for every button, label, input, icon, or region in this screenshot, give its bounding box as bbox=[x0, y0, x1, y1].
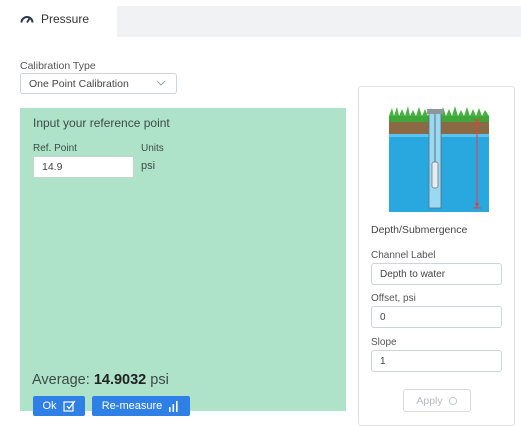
channel-label-input[interactable] bbox=[371, 263, 502, 285]
ok-button-label: Ok bbox=[42, 400, 57, 412]
average-value: 14.9032 bbox=[93, 372, 147, 388]
apply-button-label: Apply bbox=[416, 394, 443, 407]
reference-title: Input your reference point bbox=[33, 116, 170, 130]
well-depth-illustration bbox=[389, 104, 489, 212]
sensor-settings-panel: Depth/Submergence Channel Label Offset, … bbox=[358, 86, 515, 426]
tab-bar: Pressure bbox=[0, 0, 521, 37]
tab-pressure[interactable]: Pressure bbox=[7, 0, 117, 37]
calibration-type-select[interactable]: One Point Calibration bbox=[20, 73, 177, 94]
units-value: psi bbox=[141, 160, 156, 172]
slope-label: Slope bbox=[371, 337, 397, 348]
edit-check-icon bbox=[62, 400, 76, 412]
ok-button[interactable]: Ok bbox=[33, 396, 85, 416]
calibration-type-label: Calibration Type bbox=[20, 60, 96, 72]
sensor-type-heading: Depth/Submergence bbox=[371, 224, 468, 236]
refresh-icon bbox=[448, 396, 457, 405]
offset-input[interactable] bbox=[371, 306, 502, 328]
ref-point-label: Ref. Point bbox=[33, 143, 77, 154]
channel-label-label: Channel Label bbox=[371, 250, 436, 261]
ref-point-input[interactable] bbox=[33, 156, 134, 178]
tab-strip-empty bbox=[117, 6, 521, 37]
tab-pressure-label: Pressure bbox=[41, 11, 90, 26]
average-readout: Average: 14.9032 psi bbox=[32, 372, 169, 388]
offset-label: Offset, psi bbox=[371, 293, 416, 304]
gauge-icon bbox=[20, 16, 34, 23]
remeasure-button[interactable]: Re-measure bbox=[92, 396, 190, 416]
apply-button[interactable]: Apply bbox=[403, 389, 471, 412]
units-label: Units bbox=[141, 143, 164, 154]
calibration-type-value: One Point Calibration bbox=[29, 78, 129, 90]
bar-chart-icon bbox=[169, 400, 178, 412]
average-label: Average: bbox=[32, 372, 90, 388]
slope-input[interactable] bbox=[371, 350, 502, 372]
remeasure-button-label: Re-measure bbox=[101, 400, 163, 412]
reference-point-panel: Input your reference point Ref. Point Un… bbox=[20, 108, 346, 416]
average-unit: psi bbox=[150, 372, 169, 388]
chevron-down-icon bbox=[156, 80, 166, 86]
